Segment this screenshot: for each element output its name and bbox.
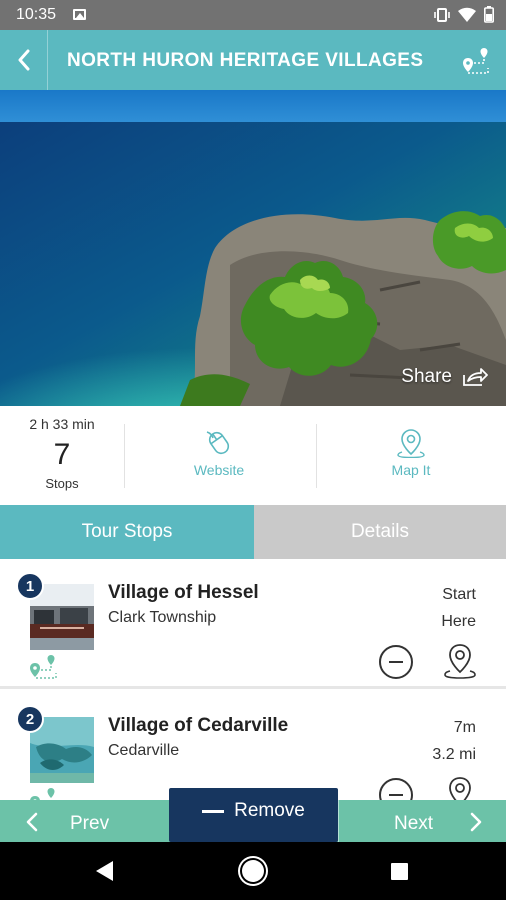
stop-number-badge: 2	[16, 705, 44, 733]
chevron-right-icon	[470, 812, 482, 832]
remove-button[interactable]: Remove	[169, 788, 338, 842]
stop-meta-line1: 7m	[453, 719, 476, 736]
remove-stop-icon[interactable]	[379, 778, 413, 800]
battery-icon	[484, 6, 494, 23]
tour-duration: 2 h 33 min	[29, 416, 95, 432]
nav-back-icon[interactable]	[96, 861, 113, 881]
stop-location: Cedarville	[108, 742, 180, 759]
share-icon	[463, 368, 488, 386]
stop-location: Clark Township	[108, 609, 217, 626]
tab-details[interactable]: Details	[254, 505, 506, 559]
stop-distance: 7m 3.2 mi	[432, 714, 476, 768]
map-pin-icon[interactable]	[443, 643, 477, 679]
map-it-label: Map It	[391, 462, 431, 478]
stops-label: Stops	[45, 476, 79, 491]
lake-cliff-photo	[0, 90, 506, 406]
route-icon[interactable]	[28, 655, 58, 679]
chevron-left-icon	[26, 812, 38, 832]
tab-bar: Tour Stops Details	[0, 505, 506, 559]
tour-summary: 2 h 33 min 7 Stops Website Map It	[0, 406, 506, 505]
mouse-icon	[206, 431, 230, 455]
back-button[interactable]	[0, 30, 48, 90]
prev-label: Prev	[70, 813, 110, 834]
tab-tour-stops[interactable]: Tour Stops	[0, 505, 254, 559]
list-item[interactable]: 2 Village of Cedarville Cedarville 7m 3.…	[0, 692, 506, 800]
map-pin-icon	[397, 429, 425, 458]
hero-image: Share	[0, 90, 506, 406]
vibrate-icon	[434, 7, 450, 22]
system-navigation-bar	[0, 842, 506, 900]
nav-recents-icon[interactable]	[391, 863, 408, 880]
remove-label: Remove	[234, 800, 305, 821]
share-label: Share	[401, 366, 452, 387]
stop-meta-line1: Start	[442, 586, 476, 603]
app-bar: NORTH HURON HERITAGE VILLAGES	[0, 30, 506, 90]
prev-button[interactable]: Prev	[0, 800, 168, 842]
stop-meta-line2: Here	[441, 613, 476, 630]
stop-count: 7	[53, 438, 71, 471]
map-it-button[interactable]: Map It	[316, 428, 506, 478]
image-notification-icon	[73, 9, 86, 20]
minus-icon	[202, 809, 225, 813]
wifi-icon	[458, 7, 476, 22]
stop-meta-line2: 3.2 mi	[432, 746, 476, 763]
system-icons	[434, 6, 494, 23]
list-item[interactable]: 1 Village of Hessel Clark Township Start…	[0, 559, 506, 689]
route-icon	[463, 48, 489, 74]
page-title: NORTH HURON HERITAGE VILLAGES	[67, 50, 424, 71]
stop-number-badge: 1	[16, 572, 44, 600]
route-button[interactable]	[462, 46, 492, 74]
stop-distance: Start Here	[441, 581, 476, 635]
website-label: Website	[193, 462, 245, 478]
share-button[interactable]: Share	[401, 366, 488, 388]
stop-name: Village of Hessel	[108, 582, 259, 603]
remove-stop-icon[interactable]	[379, 645, 413, 679]
next-button[interactable]: Next	[338, 800, 506, 842]
nav-home-icon[interactable]	[242, 860, 264, 882]
route-icon[interactable]	[28, 788, 58, 800]
tour-stops-list: 1 Village of Hessel Clark Township Start…	[0, 559, 506, 800]
status-bar: 10:35	[0, 0, 506, 30]
website-button[interactable]: Website	[124, 428, 314, 478]
next-label: Next	[394, 813, 434, 834]
stop-name: Village of Cedarville	[108, 715, 289, 736]
status-time: 10:35	[16, 6, 57, 23]
map-pin-icon[interactable]	[443, 776, 477, 800]
chevron-left-icon	[18, 49, 29, 71]
